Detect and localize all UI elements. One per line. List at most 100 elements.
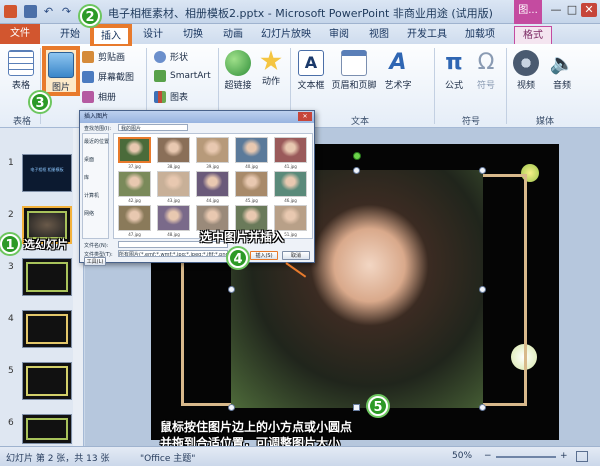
maximize-button[interactable]: □ xyxy=(564,3,580,17)
filetype-select[interactable]: 所有图片(*.emf;*.wmf;*.jpg;*.jpeg;*.jfif;*.p… xyxy=(118,250,228,257)
file-thumbnail[interactable] xyxy=(118,137,151,163)
screenshot-button[interactable]: 屏幕截图 xyxy=(82,70,134,83)
resize-handle[interactable] xyxy=(228,404,235,411)
group-label-media: 媒体 xyxy=(535,117,554,127)
tab-design[interactable]: 设计 xyxy=(136,26,170,44)
headerfooter-button[interactable]: 页眉和页脚 xyxy=(330,50,378,91)
resize-handle[interactable] xyxy=(479,404,486,411)
textbox-button[interactable]: A 文本框 xyxy=(294,50,328,91)
file-thumbnail[interactable] xyxy=(235,171,268,197)
zoom-in-button[interactable]: + xyxy=(560,451,568,461)
resize-handle[interactable] xyxy=(353,167,360,174)
group-label-tables: 表格 xyxy=(12,117,31,127)
shapes-icon xyxy=(154,50,166,63)
smartart-label: SmartArt xyxy=(170,71,211,81)
slide-thumbnail-1[interactable]: 电子相框 相册模板 xyxy=(22,154,72,192)
zoom-out-button[interactable]: − xyxy=(484,451,492,461)
action-button[interactable]: 动作 xyxy=(258,50,284,87)
step-4-badge: 4 xyxy=(228,248,248,268)
tab-slideshow[interactable]: 幻灯片放映 xyxy=(256,26,316,44)
close-button[interactable]: ✕ xyxy=(581,3,597,17)
file-thumbnail[interactable] xyxy=(235,137,268,163)
tab-format[interactable]: 格式 xyxy=(514,26,552,44)
tab-file[interactable]: 文件 xyxy=(0,24,40,44)
smartart-button[interactable]: SmartArt xyxy=(154,70,211,82)
file-name-label: 41.jpg xyxy=(284,164,297,169)
tab-addins[interactable]: 加载项 xyxy=(458,26,502,44)
location-label: 查找范围(I): xyxy=(84,126,112,132)
tab-transitions[interactable]: 切换 xyxy=(176,26,210,44)
save-icon[interactable] xyxy=(24,5,37,18)
tab-animations[interactable]: 动画 xyxy=(216,26,250,44)
file-thumbnail[interactable] xyxy=(118,205,151,231)
zoom-level[interactable]: 50% xyxy=(452,451,472,461)
insert-button[interactable]: 插入(S) xyxy=(250,251,278,260)
shapes-button[interactable]: 形状 xyxy=(154,50,188,63)
theme-name: "Office 主题" xyxy=(140,454,196,464)
file-thumbnail[interactable] xyxy=(274,137,307,163)
redo-icon[interactable]: ↷ xyxy=(60,5,73,18)
hyperlink-label: 超链接 xyxy=(224,81,252,91)
resize-handle[interactable] xyxy=(479,286,486,293)
album-button[interactable]: 相册 xyxy=(82,90,116,103)
file-name-label: 45.jpg xyxy=(245,198,258,203)
place-item[interactable]: 计算机 xyxy=(84,192,99,199)
tab-developer[interactable]: 开发工具 xyxy=(402,26,452,44)
tab-review[interactable]: 审阅 xyxy=(322,26,356,44)
thumb-number: 6 xyxy=(8,418,14,428)
location-select[interactable]: 我的图片 xyxy=(118,124,188,132)
frame-decoration xyxy=(26,314,68,344)
dialog-close-button[interactable]: ✕ xyxy=(298,112,312,121)
place-item[interactable]: 库 xyxy=(84,174,89,181)
place-item[interactable]: 最近的位置 xyxy=(84,138,109,145)
cancel-button[interactable]: 取消 xyxy=(282,251,310,260)
undo-icon[interactable]: ↶ xyxy=(42,5,55,18)
place-item[interactable]: 网络 xyxy=(84,210,94,217)
hyperlink-button[interactable]: 超链接 xyxy=(222,50,254,91)
chart-label: 图表 xyxy=(170,93,189,103)
tab-home[interactable]: 开始 xyxy=(52,26,88,44)
screenshot-icon xyxy=(82,70,94,83)
wordart-button[interactable]: A 艺术字 xyxy=(380,50,416,91)
rotate-handle[interactable] xyxy=(353,152,361,160)
equation-label: 公式 xyxy=(444,81,463,91)
minimize-button[interactable]: — xyxy=(548,3,564,17)
file-thumbnail[interactable] xyxy=(157,205,190,231)
file-thumbnail[interactable] xyxy=(196,171,229,197)
slide-thumbnail-3[interactable] xyxy=(22,258,72,296)
symbol-button[interactable]: Ω 符号 xyxy=(472,50,500,91)
window-title: 电子相框素材、相册模板2.pptx - Microsoft PowerPoint… xyxy=(108,7,493,20)
highlight-picture-button xyxy=(42,46,80,96)
fit-window-icon[interactable] xyxy=(576,451,588,462)
slide-thumbnail-6[interactable] xyxy=(22,414,72,444)
globe-icon xyxy=(225,50,251,76)
resize-handle[interactable] xyxy=(479,167,486,174)
tools-button[interactable]: 工具(L) xyxy=(84,257,106,266)
slide-thumbnail-4[interactable] xyxy=(22,310,72,348)
file-name-label: 38.jpg xyxy=(167,164,180,169)
resize-handle[interactable] xyxy=(353,404,360,411)
file-thumbnail[interactable] xyxy=(274,171,307,197)
resize-handle[interactable] xyxy=(228,286,235,293)
file-thumbnail[interactable] xyxy=(196,137,229,163)
clipart-button[interactable]: 剪贴画 xyxy=(82,50,125,63)
equation-button[interactable]: π 公式 xyxy=(440,50,468,91)
powerpoint-logo-icon xyxy=(4,5,17,18)
video-button[interactable]: 视频 xyxy=(510,50,542,91)
audio-label: 音频 xyxy=(552,81,571,91)
file-thumbnail[interactable] xyxy=(118,171,151,197)
zoom-slider[interactable] xyxy=(496,456,556,458)
places-bar: 最近的位置 桌面 库 计算机 网络 xyxy=(82,133,109,239)
file-thumbnail[interactable] xyxy=(157,171,190,197)
place-item[interactable]: 桌面 xyxy=(84,156,94,163)
tab-view[interactable]: 视图 xyxy=(362,26,396,44)
file-thumbnail[interactable] xyxy=(157,137,190,163)
chart-button[interactable]: 图表 xyxy=(154,90,188,103)
frame-decoration xyxy=(26,418,68,440)
picture-tools-context-tab[interactable]: 图... xyxy=(514,0,542,24)
slide-thumbnail-5[interactable] xyxy=(22,362,72,400)
audio-button[interactable]: 🔈 音频 xyxy=(546,50,578,91)
table-button[interactable]: 表格 xyxy=(6,50,36,91)
group-separator xyxy=(506,48,507,124)
omega-icon: Ω xyxy=(477,50,495,75)
